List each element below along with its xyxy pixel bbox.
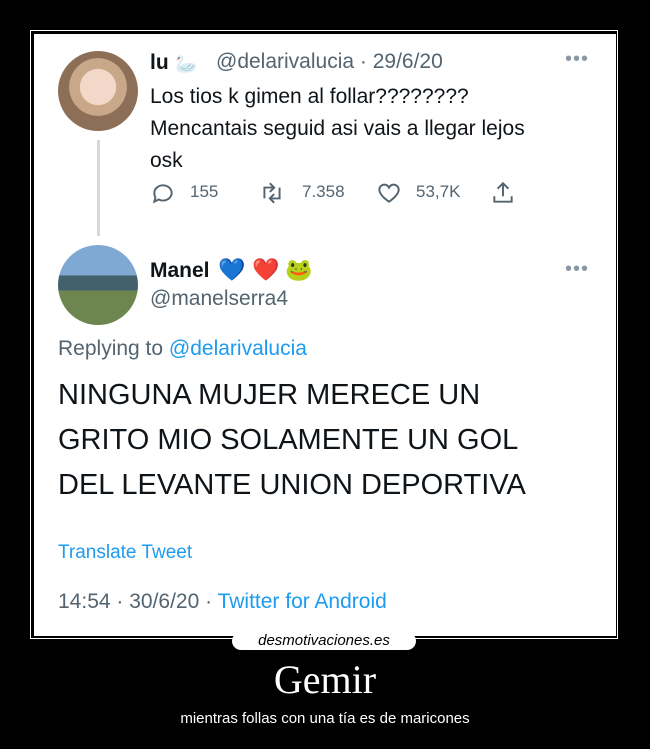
reply-line-2: GRITO MIO SOLAMENTE UN GOL	[58, 424, 519, 456]
tweet-screenshot: lu 🦢 @delarivalucia · 29/6/20 ••• Los ti…	[34, 34, 616, 636]
source-link[interactable]: Twitter for Android	[218, 590, 387, 613]
poster-title: Gemir	[273, 657, 377, 702]
frog-icon: 🐸	[285, 257, 313, 282]
reply-line-1: NINGUNA MUJER MERECE UN	[58, 379, 481, 411]
time-date: 14:54 · 30/6/20 ·	[58, 590, 218, 613]
avatar-lu[interactable]	[58, 51, 138, 131]
blue-heart-icon: 💙	[218, 257, 246, 282]
replying-to: Replying to @delarivalucia	[58, 337, 307, 361]
tweet-text: Los tios k gimen al follar???????? Menca…	[150, 81, 590, 177]
avatar-manel[interactable]	[58, 245, 138, 325]
translate-tweet-link[interactable]: Translate Tweet	[58, 542, 192, 564]
like-count: 53,7K	[416, 182, 461, 201]
tweet-line-3: osk	[150, 149, 183, 172]
reply-line-3: DEL LEVANTE UNION DEPORTIVA	[58, 469, 526, 501]
reply-more-icon[interactable]: •••	[565, 258, 589, 281]
author-name[interactable]: lu	[150, 51, 169, 75]
retweet-icon[interactable]	[259, 180, 285, 206]
reply-author-handle[interactable]: @manelserra4	[150, 287, 288, 311]
author-handle-date[interactable]: @delarivalucia · 29/6/20	[216, 50, 443, 74]
tweet-line-1: Los tios k gimen al follar????????	[150, 85, 469, 108]
reply-author-name[interactable]: Manel	[150, 259, 210, 283]
replying-prefix: Replying to	[58, 337, 164, 360]
reply-count: 155	[190, 182, 219, 201]
swan-icon: 🦢	[175, 54, 198, 74]
poster-subtitle: mientras follas con una tía es de marico…	[180, 710, 470, 727]
replying-handle-link[interactable]: @delarivalucia	[169, 337, 307, 360]
red-heart-icon: ❤️	[252, 257, 280, 282]
like-icon[interactable]	[376, 180, 402, 206]
retweet-count: 7.358	[302, 182, 345, 201]
more-icon[interactable]: •••	[565, 48, 589, 71]
thread-line	[97, 140, 100, 236]
reply-text: NINGUNA MUJER MERECE UN GRITO MIO SOLAME…	[58, 373, 606, 508]
tweet-line-2: Mencantais seguid asi vais a llegar lejo…	[150, 117, 525, 140]
reply-icon[interactable]	[150, 180, 176, 206]
share-icon[interactable]	[490, 180, 516, 206]
timestamp: 14:54 · 30/6/20 · Twitter for Android	[58, 590, 387, 614]
watermark: desmotivaciones.es	[232, 632, 416, 650]
